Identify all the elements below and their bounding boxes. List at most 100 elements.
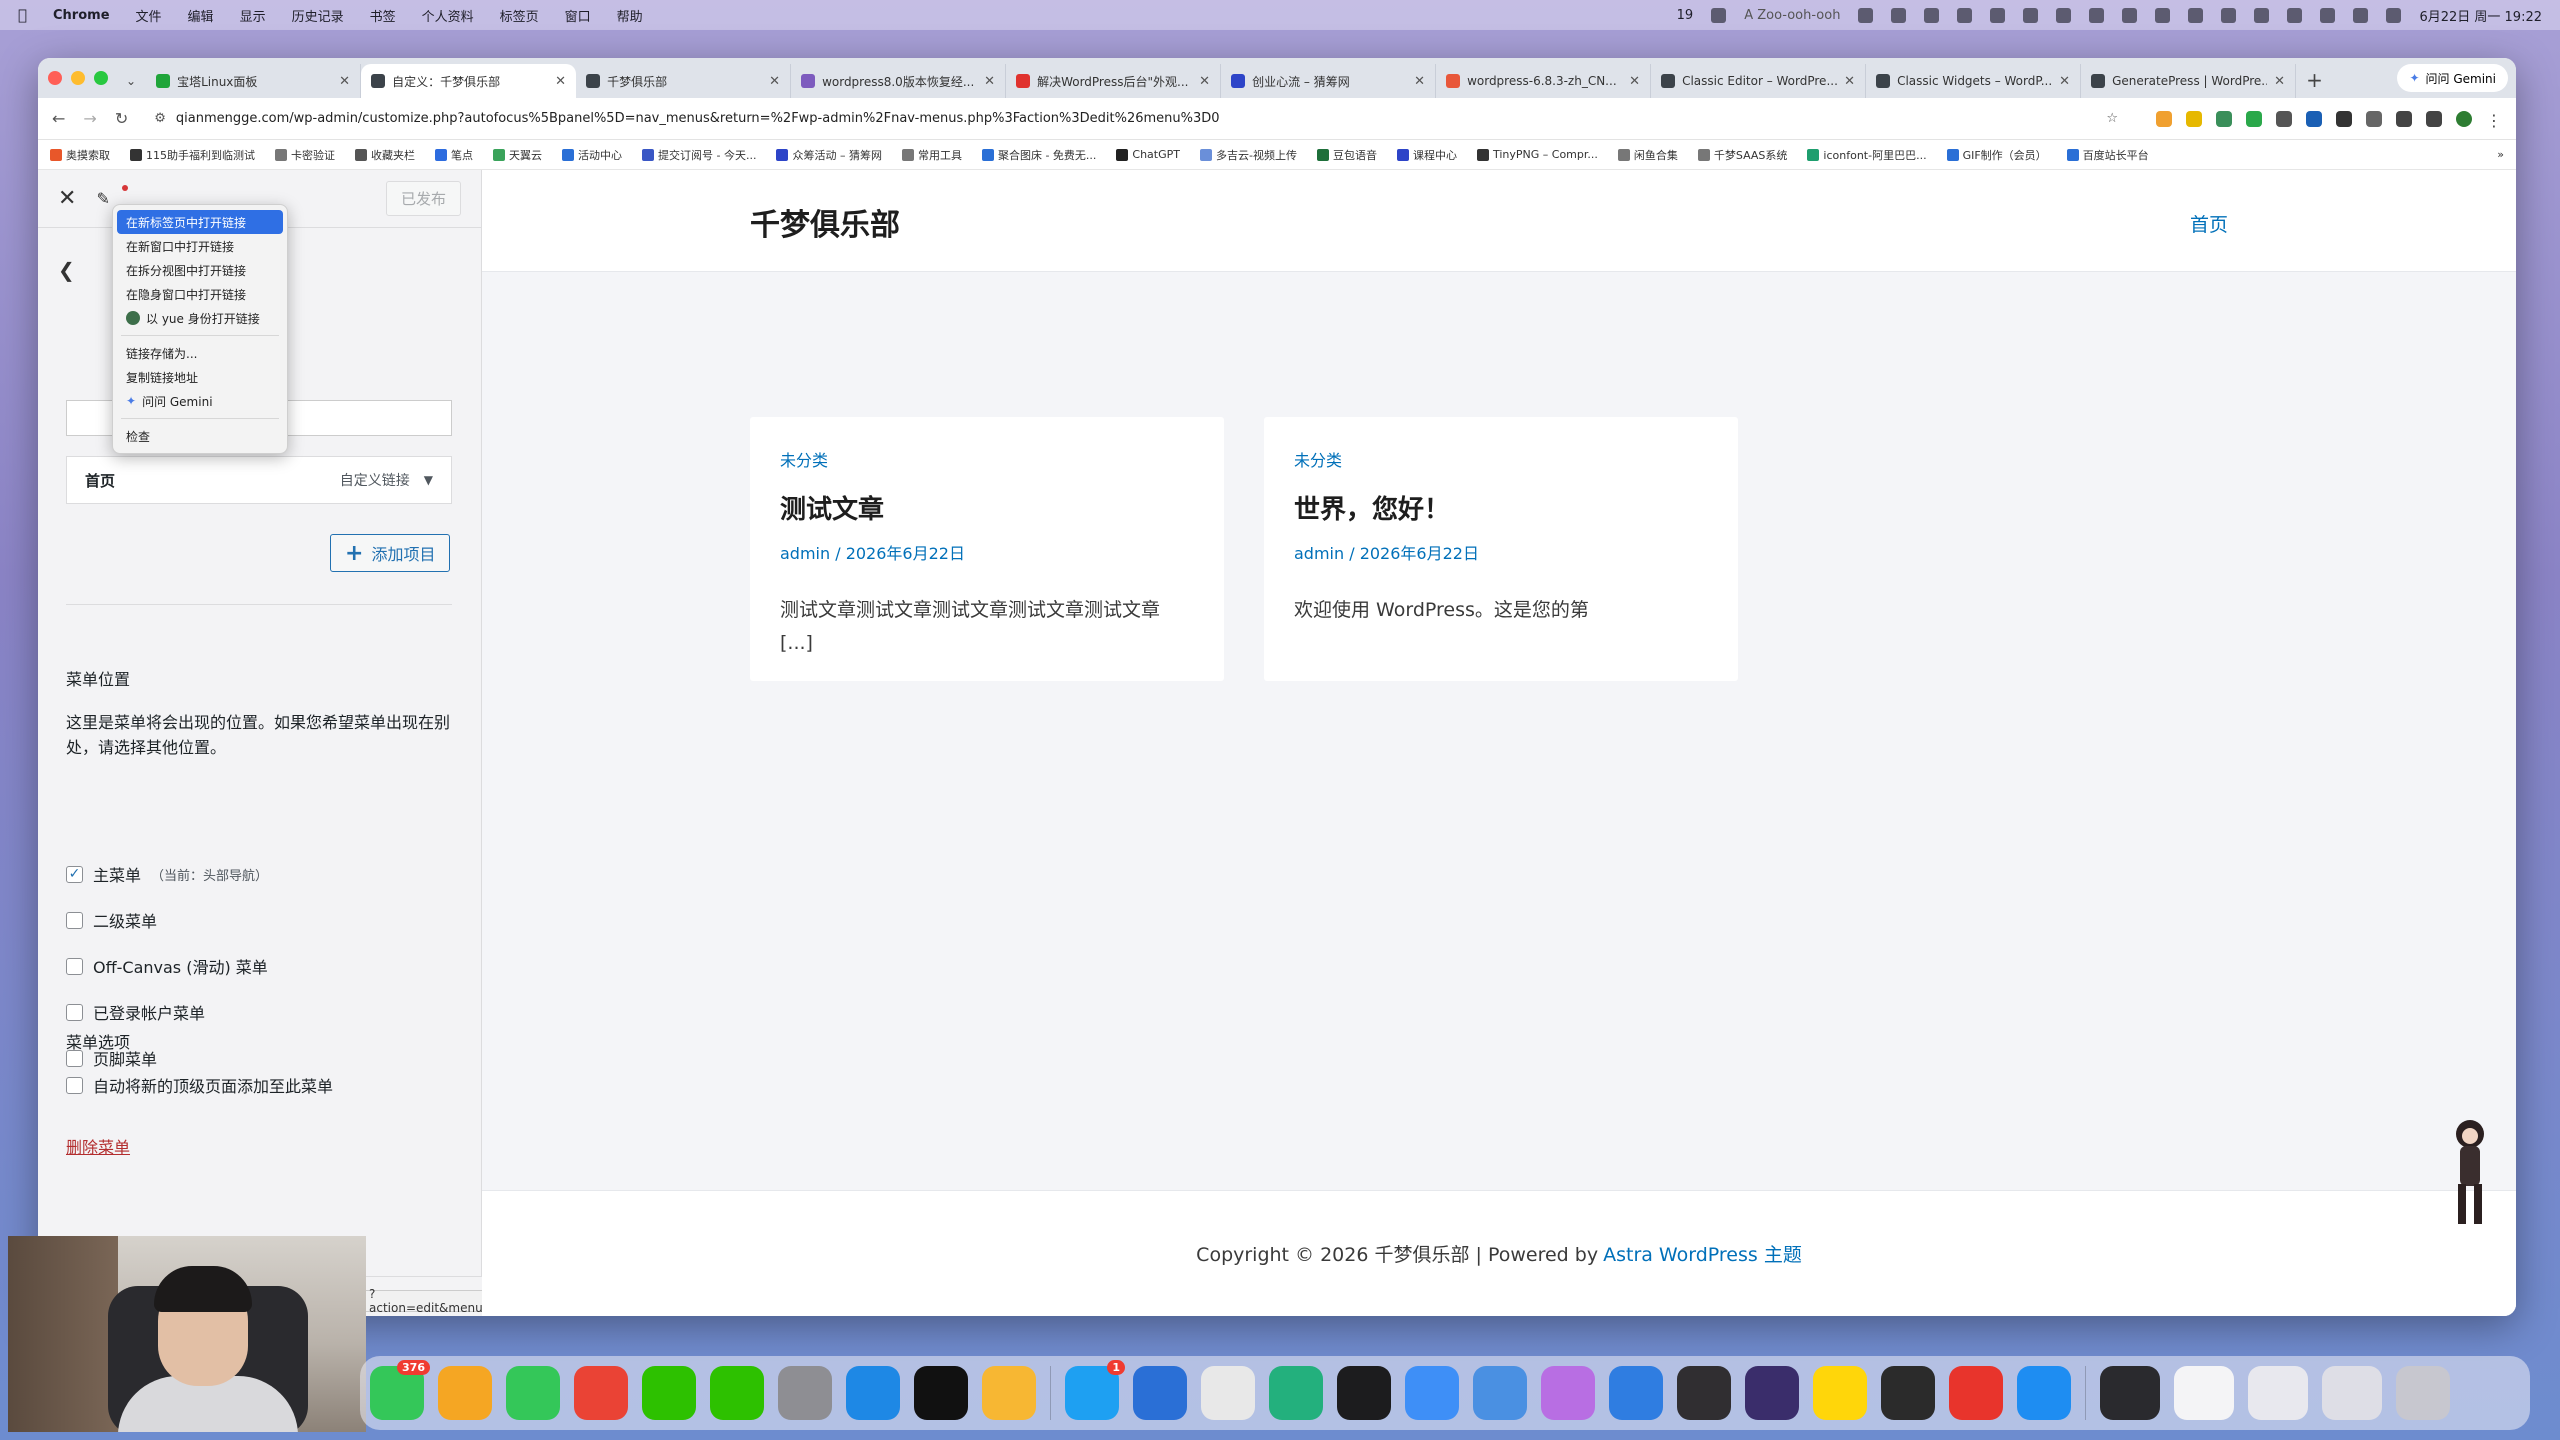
bookmark-item[interactable]: 奥摸索取 (50, 147, 110, 163)
menu-location-row[interactable]: ✓ 主菜单 （当前：头部导航） (66, 862, 268, 886)
address-bar[interactable]: ⚙ qianmengge.com/wp-admin/customize.php?… (146, 103, 2138, 135)
site-nav-home[interactable]: 首页 (2190, 210, 2228, 237)
phone-icon[interactable] (506, 1366, 560, 1420)
settings-icon[interactable] (778, 1366, 832, 1420)
menubar-item-help[interactable]: 帮助 (617, 6, 643, 25)
status-icon[interactable] (2287, 7, 2303, 23)
footer-theme-link[interactable]: Astra WordPress 主题 (1603, 1240, 1802, 1267)
post-category[interactable]: 未分类 (780, 447, 1194, 471)
anime-mascot-icon[interactable] (2440, 1112, 2498, 1232)
close-icon[interactable]: ✕ (58, 186, 76, 211)
capcut-icon[interactable] (914, 1366, 968, 1420)
ctx-open-split-view[interactable]: 在拆分视图中打开链接 (117, 258, 283, 282)
close-window-icon[interactable] (48, 71, 62, 85)
bookmark-item[interactable]: 百度站长平台 (2066, 147, 2149, 163)
tab-close-icon[interactable]: ✕ (1414, 74, 1425, 89)
status-icon[interactable] (1711, 7, 1727, 23)
bookmark-item[interactable]: 天翼云 (493, 147, 542, 163)
post-meta[interactable]: admin / 2026年6月22日 (1294, 540, 1708, 564)
menu-location-checkbox[interactable] (66, 911, 83, 929)
wechat-work-icon[interactable] (710, 1366, 764, 1420)
bookmark-item[interactable]: 豆包语音 (1316, 147, 1377, 163)
qq-chat-icon[interactable]: 1 (1065, 1360, 1125, 1420)
control-center-icon[interactable] (2386, 7, 2402, 23)
messages-icon[interactable]: 376 (370, 1360, 430, 1420)
menubar-item-tab[interactable]: 标签页 (500, 6, 539, 25)
download-icon[interactable] (2426, 110, 2442, 127)
menu-location-checkbox[interactable] (66, 1003, 83, 1021)
tab-close-icon[interactable]: ✕ (984, 74, 995, 89)
tab-close-icon[interactable]: ✕ (1199, 74, 1210, 89)
chrome-menu-icon[interactable]: ⋮ (2486, 111, 2502, 130)
tab-close-icon[interactable]: ✕ (2059, 74, 2070, 89)
status-icon[interactable] (2254, 7, 2270, 23)
ticktick-icon[interactable] (1473, 1366, 1527, 1420)
add-item-button[interactable]: + 添加项目 (330, 534, 451, 572)
bookmark-item[interactable]: GIF制作（会员） (1946, 147, 2047, 163)
status-icon[interactable] (2221, 7, 2237, 23)
url-text[interactable]: qianmengge.com/wp-admin/customize.php?au… (176, 111, 1220, 126)
reload-icon[interactable]: ↻ (115, 109, 128, 128)
status-icon[interactable] (2023, 7, 2039, 23)
delete-menu-link[interactable]: 删除菜单 (66, 1134, 130, 1158)
menu-location-row[interactable]: 二级菜单 (66, 908, 167, 932)
minimize-window-icon[interactable] (71, 71, 85, 85)
trash-icon[interactable] (2396, 1366, 2450, 1420)
tab-close-icon[interactable]: ✕ (2274, 74, 2285, 89)
extension-icon[interactable] (2186, 110, 2202, 127)
status-icon[interactable] (2122, 7, 2138, 23)
tab-1[interactable]: 自定义：千梦俱乐部 ✕ (361, 64, 577, 98)
tab-6[interactable]: wordpress-6.8.3-zh_CN... ✕ (1436, 64, 1652, 98)
tab-0[interactable]: 宝塔Linux面板 ✕ (146, 64, 362, 98)
qq-icon[interactable] (1201, 1366, 1255, 1420)
back-icon[interactable]: ← (52, 109, 65, 128)
status-icon[interactable] (2056, 7, 2072, 23)
safari-like-icon[interactable] (1609, 1366, 1663, 1420)
profile-avatar[interactable] (2456, 110, 2472, 127)
bookmark-item[interactable]: 千梦SAAS系统 (1697, 147, 1787, 163)
minimized-window-thumbnail[interactable] (2322, 1366, 2382, 1420)
bookmark-item[interactable]: 闲鱼合集 (1617, 147, 1678, 163)
menubar-item-bookmarks[interactable]: 书签 (370, 6, 396, 25)
minimized-window-thumbnail[interactable] (2174, 1366, 2234, 1420)
extensions-puzzle-icon[interactable] (2396, 110, 2412, 127)
terminal-icon[interactable] (1337, 1366, 1391, 1420)
status-icon[interactable] (1924, 7, 1940, 23)
bookmark-item[interactable]: 提交订阅号 - 今天... (642, 147, 756, 163)
extension-icon[interactable] (2156, 110, 2172, 127)
cursor-ide-icon[interactable] (1269, 1366, 1323, 1420)
bookmark-item[interactable]: 笔点 (435, 147, 473, 163)
status-icon[interactable] (1858, 7, 1874, 23)
extension-icon[interactable] (2276, 110, 2292, 127)
bookmark-item[interactable]: 115助手福利到临测试 (130, 147, 255, 163)
back-chevron-icon[interactable]: ❮ (58, 258, 75, 282)
edit-icon[interactable]: ✎ (96, 189, 109, 208)
post-title[interactable]: 世界，您好！ (1294, 489, 1708, 526)
bookmark-item[interactable]: 课程中心 (1396, 147, 1457, 163)
post-category[interactable]: 未分类 (1294, 447, 1708, 471)
photos-icon[interactable] (438, 1366, 492, 1420)
auto-add-checkbox[interactable] (66, 1076, 83, 1094)
menu-item-home[interactable]: 首页 自定义链接 ▼ (66, 456, 452, 504)
status-icon[interactable] (1957, 7, 1973, 23)
extension-icon[interactable] (2336, 110, 2352, 127)
notes-yellow-icon[interactable] (1813, 1366, 1867, 1420)
tab-9[interactable]: GeneratePress | WordPre... ✕ (2081, 64, 2297, 98)
ctx-open-incognito[interactable]: 在隐身窗口中打开链接 (117, 282, 283, 306)
menu-location-checkbox[interactable] (66, 957, 83, 975)
tab-4[interactable]: 解决WordPress后台"外观... ✕ (1006, 64, 1222, 98)
bookmark-star-icon[interactable]: ☆ (2106, 111, 2118, 126)
menu-location-checkbox[interactable]: ✓ (66, 865, 83, 883)
new-tab-button[interactable]: + (2306, 68, 2323, 92)
menubar-item-view[interactable]: 显示 (240, 6, 266, 25)
status-icon[interactable] (2188, 7, 2204, 23)
feishu-icon[interactable] (846, 1366, 900, 1420)
minimized-window-thumbnail[interactable] (2248, 1366, 2308, 1420)
tab-close-icon[interactable]: ✕ (1629, 74, 1640, 89)
menubar-item-profiles[interactable]: 个人资料 (422, 6, 474, 25)
apple-icon[interactable]:  (18, 6, 27, 24)
qq-browser-icon[interactable] (2017, 1366, 2071, 1420)
status-icon[interactable] (2089, 7, 2105, 23)
gemini-button[interactable]: ✦ 问问 Gemini (2397, 64, 2508, 92)
ctx-open-as-profile[interactable]: 以 yue 身份打开链接 (117, 306, 283, 330)
